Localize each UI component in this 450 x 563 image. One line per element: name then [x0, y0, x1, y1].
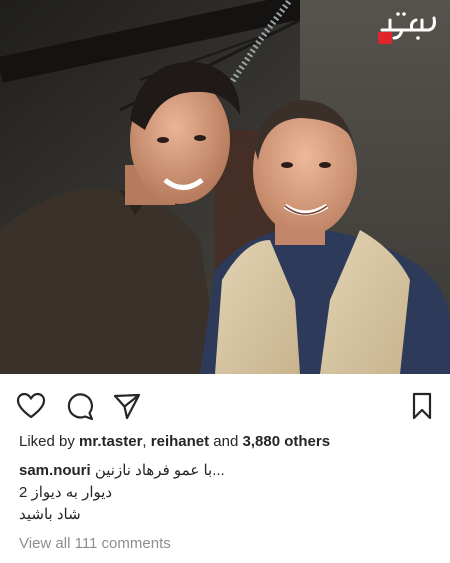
liker-link-mr-taster[interactable]: mr.taster: [79, 433, 142, 450]
comment-icon[interactable]: [65, 391, 95, 421]
likes-separator: ,: [142, 433, 151, 450]
likes-prefix: Liked by: [19, 433, 80, 450]
post-photo[interactable]: [0, 0, 450, 374]
heart-icon[interactable]: [16, 391, 46, 421]
view-all-comments-link[interactable]: View all 111 comments: [19, 535, 171, 552]
caption-line-2: دیوار به دیواز 2: [19, 484, 113, 501]
caption-line-3: شاد باشید: [19, 506, 81, 523]
caption-line-1: ...با عمو فرهاد نازنین: [94, 462, 225, 479]
paper-plane-icon[interactable]: [112, 391, 142, 421]
selfie-photo-illustration: [0, 0, 450, 374]
post-caption: sam.nouri ...با عمو فرهاد نازنین دیوار ب…: [19, 460, 431, 526]
site-watermark-logo: [374, 8, 438, 48]
caption-username[interactable]: sam.nouri: [19, 462, 91, 479]
action-bar: [0, 374, 450, 432]
bookmark-icon[interactable]: [407, 391, 437, 421]
liker-link-reihanet[interactable]: reihanet: [151, 433, 209, 450]
likes-summary: Liked by mr.taster, reihanet and 3,880 o…: [19, 433, 330, 450]
likes-count-link[interactable]: 3,880 others: [243, 433, 331, 450]
likes-and: and: [209, 433, 243, 450]
instagram-post: Liked by mr.taster, reihanet and 3,880 o…: [0, 0, 450, 563]
